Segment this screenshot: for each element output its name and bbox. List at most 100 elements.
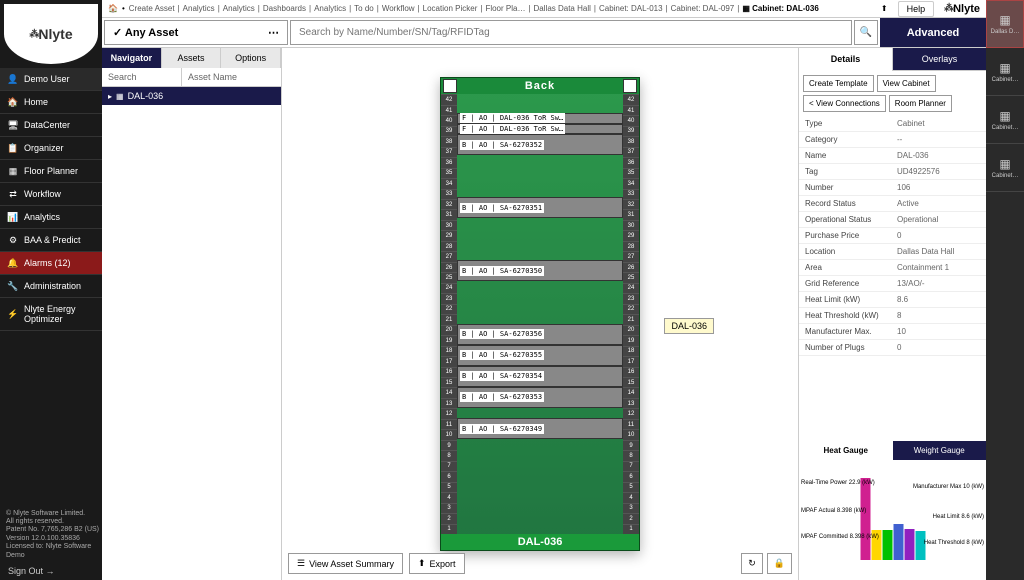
main-area: 🏠 • Create Asset|Analytics|Analytics|Das… [102,0,986,580]
rail-item[interactable]: ▦Cabinet… [986,144,1024,192]
upload-icon[interactable]: ⬆ [881,4,888,13]
server-item[interactable]: B | AO | SA-6270350 [457,260,623,281]
view-summary-button[interactable]: ☰View Asset Summary [288,553,403,574]
tab-overlays[interactable]: Overlays [893,48,986,71]
gauge-bar [893,524,903,560]
nav-item-baa-predict[interactable]: ⚙BAA & Predict [0,229,102,252]
brand-logo: ⁂Nlyte [944,3,980,15]
server-item[interactable]: F | AO | DAL-036 ToR Sw… [457,124,623,135]
prop-row: NameDAL-036 [799,148,986,164]
view-cabinet-button[interactable]: View Cabinet [877,75,936,92]
breadcrumb-item[interactable]: Dashboards [263,4,306,13]
prop-row: AreaContainment 1 [799,260,986,276]
nav-icon: 📊 [8,212,18,222]
rail-item[interactable]: ▦Cabinet… [986,96,1024,144]
list-icon: ☰ [297,558,305,569]
rack-bottom-label: DAL-036 [441,534,639,550]
nav-icon: 🏠 [8,97,18,107]
tab-details[interactable]: Details [799,48,893,71]
rail-item[interactable]: ▦Dallas D… [986,0,1024,48]
breadcrumb-current: ▦ Cabinet: DAL-036 [742,4,818,13]
nav-item-nlyte-energy-optimizer[interactable]: ⚡Nlyte Energy Optimizer [0,298,102,331]
create-template-button[interactable]: Create Template [803,75,874,92]
search-bar: ✓ Any Asset ⋯ 🔍 Advanced [102,18,986,48]
nav-item-analytics[interactable]: 📊Analytics [0,206,102,229]
breadcrumb-item[interactable]: Create Asset [129,4,175,13]
nav-item-administration[interactable]: 🔧Administration [0,275,102,298]
server-item[interactable]: B | AO | SA-6270349 [457,418,623,439]
rail-item[interactable]: ▦Cabinet… [986,48,1024,96]
top-bar: 🏠 • Create Asset|Analytics|Analytics|Das… [102,0,986,18]
breadcrumb-item[interactable]: Analytics [314,4,346,13]
nav-item-floor-planner[interactable]: ▦Floor Planner [0,160,102,183]
rack[interactable]: Back F F 1234567891011121314151617181920… [440,77,640,551]
refresh-button[interactable]: ↻ [741,553,763,574]
property-table: TypeCabinetCategory--NameDAL-036TagUD492… [799,116,986,441]
nav-item-datacenter[interactable]: 🖥DataCenter [0,114,102,137]
rail-icon: ▦ [999,13,1010,27]
tab-navigator[interactable]: Navigator [102,48,162,68]
gauge-label: MPAF Actual 8.398 (kW) [801,508,866,515]
search-icon: 🔍 [860,27,872,38]
prop-row: Heat Limit (kW)8.6 [799,292,986,308]
nav-tabs: NavigatorAssetsOptions [102,48,281,68]
server-item[interactable]: F | AO | DAL-036 ToR Sw… [457,113,623,124]
prop-row: LocationDallas Data Hall [799,244,986,260]
server-item[interactable]: B | AO | SA-6270356 [457,324,623,345]
gauge-bar [882,530,892,560]
breadcrumb-item[interactable]: Dallas Data Hall [534,4,591,13]
search-input[interactable] [290,20,852,45]
nav-icon: 🖥 [8,120,18,130]
lock-icon: 🔒 [774,558,785,569]
canvas[interactable]: Back F F 1234567891011121314151617181920… [282,48,798,580]
nav-item-home[interactable]: 🏠Home [0,91,102,114]
footer: © Nlyte Software Limited. All rights res… [6,510,102,560]
user-item[interactable]: 👤 Demo User [0,68,102,91]
breadcrumb-item[interactable]: Floor Pla… [485,4,525,13]
nav-icon: 📋 [8,143,18,153]
asset-dropdown[interactable]: ✓ Any Asset ⋯ [104,20,288,45]
server-item[interactable]: B | AO | SA-6270355 [457,345,623,366]
breadcrumb-item[interactable]: Analytics [223,4,255,13]
rack-top-label: Back F F [441,78,639,94]
breadcrumb-item[interactable]: To do [354,4,374,13]
rack-corner-left: F [443,79,457,93]
search-label: Search [102,68,182,86]
breadcrumb-item[interactable]: Cabinet: DAL-013 [599,4,663,13]
prop-row: Operational StatusOperational [799,212,986,228]
server-item[interactable]: B | AO | SA-6270354 [457,366,623,387]
nav-icon: 🔔 [8,258,18,268]
server-item[interactable]: B | AO | SA-6270353 [457,387,623,408]
rail-icon: ▦ [999,61,1010,75]
tab-options[interactable]: Options [221,48,281,68]
breadcrumb-item[interactable]: Location Picker [423,4,478,13]
room-planner-button[interactable]: Room Planner [889,95,952,112]
server-item[interactable]: B | AO | SA-6270352 [457,134,623,155]
gauge-tab[interactable]: Weight Gauge [893,441,987,460]
lock-button[interactable]: 🔒 [767,553,792,574]
help-button[interactable]: Help [898,1,935,17]
refresh-icon: ↻ [748,558,756,569]
tab-assets[interactable]: Assets [162,48,222,68]
breadcrumb-item[interactable]: Workflow [382,4,415,13]
expand-icon[interactable]: ▸ [108,92,112,101]
export-button[interactable]: ⬆Export [409,553,465,574]
nav-icon: ⚡ [8,309,18,319]
tree-item[interactable]: ▸ ▦ DAL-036 [102,87,281,105]
breadcrumb-item[interactable]: Analytics [183,4,215,13]
gauge-label: Real-Time Power 22.9 (kW) [801,480,875,487]
navigator-panel: NavigatorAssetsOptions Search Asset Name… [102,48,282,580]
search-button[interactable]: 🔍 [854,20,878,45]
breadcrumb-item[interactable]: Cabinet: DAL-097 [671,4,735,13]
nav-item-workflow[interactable]: ⇄Workflow [0,183,102,206]
sign-out[interactable]: Sign Out → [8,566,55,576]
-view-connections-button[interactable]: < View Connections [803,95,886,112]
nav-item-alarms-[interactable]: 🔔Alarms (12) [0,252,102,275]
nav-item-organizer[interactable]: 📋Organizer [0,137,102,160]
home-icon[interactable]: 🏠 [108,4,118,13]
menu-icon: ⋯ [268,26,279,39]
server-item[interactable]: B | AO | SA-6270351 [457,197,623,218]
advanced-button[interactable]: Advanced [880,18,986,47]
gauge-tab[interactable]: Heat Gauge [799,441,893,460]
gauge-bar [904,529,914,560]
